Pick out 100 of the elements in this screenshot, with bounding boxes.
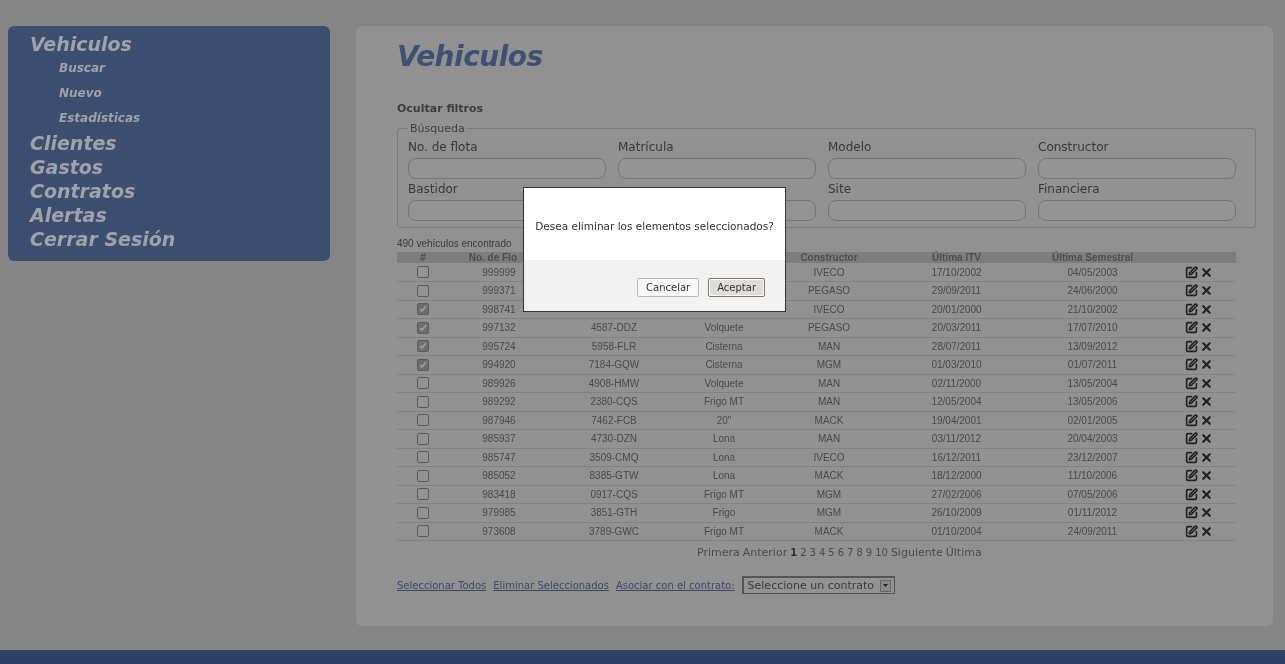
table-cell: 12/05/2004 <box>931 396 982 408</box>
edit-icon[interactable] <box>1184 284 1198 298</box>
edit-icon[interactable] <box>1184 358 1198 372</box>
table-cell: 01/11/2012 <box>1067 507 1118 519</box>
table-cell: 26/10/2009 <box>931 507 982 519</box>
edit-icon[interactable] <box>1184 506 1198 520</box>
nav-link[interactable]: Alertas <box>30 203 107 227</box>
action-link[interactable]: Asociar con el contrato: <box>615 579 735 591</box>
row-checkbox[interactable] <box>417 525 429 538</box>
pagination-link[interactable]: Primera <box>697 546 740 559</box>
row-checkbox[interactable] <box>417 377 429 390</box>
nav-sublink[interactable]: Nuevo <box>30 81 102 106</box>
close-icon[interactable] <box>1199 469 1213 483</box>
input-field[interactable] <box>408 158 606 179</box>
page-number[interactable]: 9 <box>865 547 873 558</box>
table-cell: 4908-HMW <box>588 377 640 389</box>
input-field[interactable] <box>828 200 1026 221</box>
row-checkbox[interactable] <box>417 506 429 519</box>
nav-sublink[interactable]: Buscar <box>30 56 105 81</box>
page-number[interactable]: 3 <box>809 547 816 558</box>
nav-link[interactable]: Cerrar Sesión <box>30 227 176 251</box>
action-link[interactable]: Eliminar Seleccionados <box>493 579 609 591</box>
close-icon[interactable] <box>1199 524 1213 538</box>
nav-link[interactable]: Clientes <box>30 131 117 155</box>
nav-sublink[interactable]: Estadísticas <box>30 106 141 131</box>
close-icon[interactable] <box>1199 432 1213 446</box>
row-checkbox[interactable] <box>417 451 429 464</box>
table-cell: Frigo <box>712 507 736 519</box>
close-icon[interactable] <box>1199 395 1213 409</box>
table-cell: 989292 <box>482 396 516 408</box>
close-icon[interactable] <box>1199 413 1213 427</box>
page-number[interactable]: 2 <box>800 547 807 558</box>
pagination-link[interactable]: Siguiente <box>890 546 943 559</box>
row-checkbox[interactable] <box>417 469 429 482</box>
table-cell: MAN <box>817 396 841 408</box>
input-field[interactable] <box>1038 158 1236 179</box>
table-cell: 03/11/2012 <box>931 433 982 445</box>
nav-link[interactable]: Contratos <box>30 179 136 203</box>
edit-icon[interactable] <box>1184 339 1198 353</box>
edit-icon[interactable] <box>1184 265 1198 279</box>
contract-select[interactable]: Seleccione un contrato <box>741 576 896 594</box>
close-icon[interactable] <box>1199 487 1213 501</box>
table-cell: 983418 <box>482 488 516 500</box>
page-number[interactable]: 10 <box>875 547 888 558</box>
table-cell: 01/03/2010 <box>931 359 982 371</box>
page-number[interactable]: 4 <box>818 547 826 558</box>
input-field[interactable] <box>618 158 816 179</box>
close-icon[interactable] <box>1199 358 1213 372</box>
table-cell: 01/07/2011 <box>1067 359 1118 371</box>
page-number[interactable]: 5 <box>828 547 835 558</box>
close-icon[interactable] <box>1199 506 1213 520</box>
nav-link[interactable]: Gastos <box>30 155 104 179</box>
edit-icon[interactable] <box>1184 376 1198 390</box>
row-checkbox[interactable] <box>417 395 429 408</box>
table-cell: Volquete <box>704 322 744 334</box>
nav-link[interactable]: Vehiculos <box>30 32 132 56</box>
close-icon[interactable] <box>1199 302 1213 316</box>
table-cell: IVECO <box>813 451 845 463</box>
row-checkbox[interactable] <box>417 432 429 445</box>
table-cell: PEGASO <box>807 322 851 334</box>
edit-icon[interactable] <box>1184 302 1198 316</box>
close-icon[interactable] <box>1199 321 1213 335</box>
edit-icon[interactable] <box>1184 487 1198 501</box>
close-icon[interactable] <box>1199 265 1213 279</box>
row-checkbox[interactable] <box>417 266 429 279</box>
edit-icon[interactable] <box>1184 413 1198 427</box>
page-number[interactable]: 8 <box>856 547 863 558</box>
input-field[interactable] <box>828 158 1026 179</box>
row-checkbox[interactable] <box>417 284 429 297</box>
edit-icon[interactable] <box>1184 524 1198 538</box>
close-icon[interactable] <box>1199 339 1213 353</box>
close-icon[interactable] <box>1199 284 1213 298</box>
hide-filters-link[interactable]: Ocultar filtros <box>397 102 484 115</box>
row-checkbox[interactable] <box>417 340 429 353</box>
edit-icon[interactable] <box>1184 395 1198 409</box>
pagination-link[interactable]: Última <box>945 546 982 559</box>
field-label: Site <box>828 181 852 198</box>
action-link[interactable]: Seleccionar Todos <box>397 579 487 591</box>
edit-icon[interactable] <box>1184 432 1198 446</box>
row-checkbox[interactable] <box>417 358 429 371</box>
page-number[interactable]: 6 <box>837 547 845 558</box>
caret-icon <box>880 579 892 592</box>
row-checkbox[interactable] <box>417 414 429 427</box>
table-cell: 4730-DZN <box>590 433 638 445</box>
dialog-button[interactable]: Cancelar <box>637 278 700 297</box>
page-number[interactable]: 7 <box>847 547 854 558</box>
row-checkbox[interactable] <box>417 303 429 316</box>
edit-icon[interactable] <box>1184 469 1198 483</box>
edit-icon[interactable] <box>1184 450 1198 464</box>
dialog-button[interactable]: Aceptar <box>708 278 765 297</box>
edit-icon[interactable] <box>1184 321 1198 335</box>
pagination-link[interactable]: Anterior <box>742 546 788 559</box>
close-icon[interactable] <box>1199 376 1213 390</box>
row-checkbox[interactable] <box>417 488 429 501</box>
table-cell: Frigo MT <box>704 525 744 537</box>
input-field[interactable] <box>1038 200 1236 221</box>
row-checkbox[interactable] <box>417 321 429 334</box>
close-icon[interactable] <box>1199 450 1213 464</box>
page-number[interactable]: 1 <box>790 547 798 558</box>
table-cell: MGM <box>816 488 842 500</box>
